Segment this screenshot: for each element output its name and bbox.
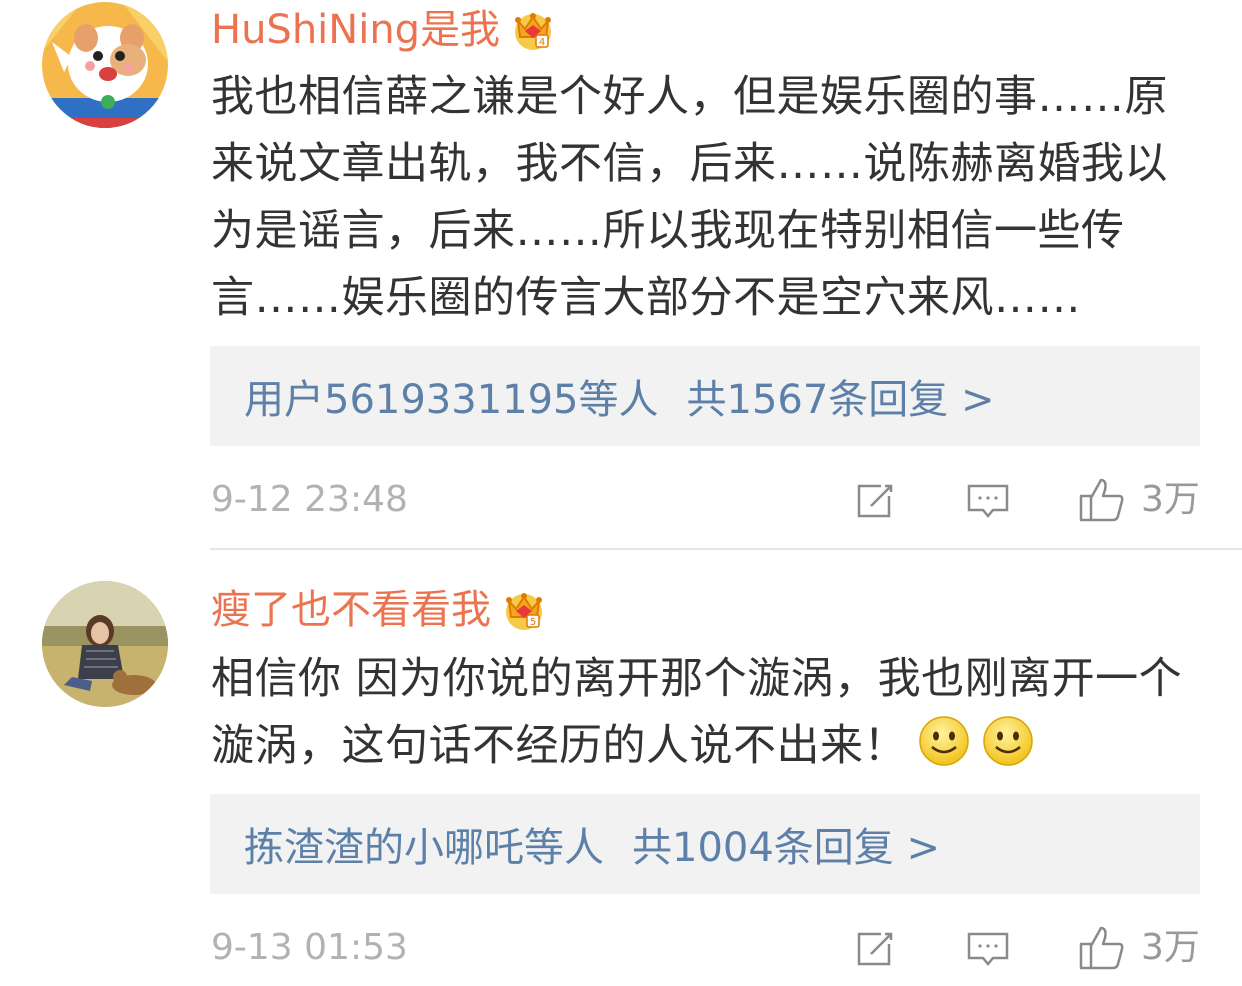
photo-person-with-dog-avatar-icon	[42, 581, 168, 707]
comment-text-body: 相信你 因为你说的离开那个漩涡，我也刚离开一个漩涡，这句话不经历的人说不出来！	[211, 654, 1183, 771]
username[interactable]: 瘦了也不看看我	[211, 580, 491, 640]
like-thumb-icon[interactable]	[1077, 474, 1127, 524]
comment-meta: 9-13 01:53 3万	[211, 918, 1201, 978]
avatar[interactable]	[42, 2, 168, 128]
share-edit-icon[interactable]	[851, 478, 897, 524]
crown-vip-icon[interactable]: 4	[510, 7, 556, 53]
reply-count-link[interactable]: 共1567条回复 >	[687, 367, 995, 425]
comment-icon[interactable]	[965, 926, 1011, 972]
comment-icon[interactable]	[965, 478, 1011, 524]
timestamp: 9-12 23:48	[211, 479, 408, 520]
smile-emoji-icon	[917, 714, 971, 768]
like-count: 3万	[1141, 927, 1200, 968]
username-row: 瘦了也不看看我 5	[211, 580, 547, 640]
comment-text: 我也相信薛之谦是个好人，但是娱乐圈的事……原来说文章出轨，我不信，后来……说陈赫…	[211, 72, 1168, 323]
timestamp: 9-13 01:53	[211, 927, 408, 968]
like-thumb-icon[interactable]	[1077, 922, 1127, 972]
cartoon-hamster-avatar-icon	[42, 2, 168, 128]
like-count: 3万	[1141, 479, 1200, 520]
reply-summary[interactable]: 用户5619331195等人 共1567条回复 >	[210, 346, 1200, 446]
svg-text:4: 4	[539, 37, 545, 48]
comment-text: 相信你 因为你说的离开那个漩涡，我也刚离开一个漩涡，这句话不经历的人说不出来！	[211, 646, 1196, 780]
username[interactable]: HuShiNing是我	[211, 0, 500, 60]
smile-emoji-icon	[981, 714, 1035, 768]
svg-text:5: 5	[530, 617, 536, 628]
reply-summary[interactable]: 拣渣渣的小哪吒等人 共1004条回复 >	[210, 794, 1200, 894]
crown-vip-icon[interactable]: 5	[501, 587, 547, 633]
username-row: HuShiNing是我 4	[211, 0, 556, 60]
comment-meta: 9-12 23:48 3万	[211, 470, 1201, 530]
reply-users[interactable]: 用户5619331195等人	[244, 367, 659, 425]
comment-item: HuShiNing是我 4 我也相信薛之谦是个好人，但是娱乐圈的事……原来说文章…	[0, 0, 1242, 548]
comment-item: 瘦了也不看看我 5 相信你 因为你说的离开那个漩涡，我也刚离开一个漩涡，这句话不…	[0, 550, 1242, 986]
avatar[interactable]	[42, 581, 168, 707]
reply-users[interactable]: 拣渣渣的小哪吒等人	[244, 815, 604, 873]
share-edit-icon[interactable]	[851, 926, 897, 972]
reply-count-link[interactable]: 共1004条回复 >	[632, 815, 940, 873]
